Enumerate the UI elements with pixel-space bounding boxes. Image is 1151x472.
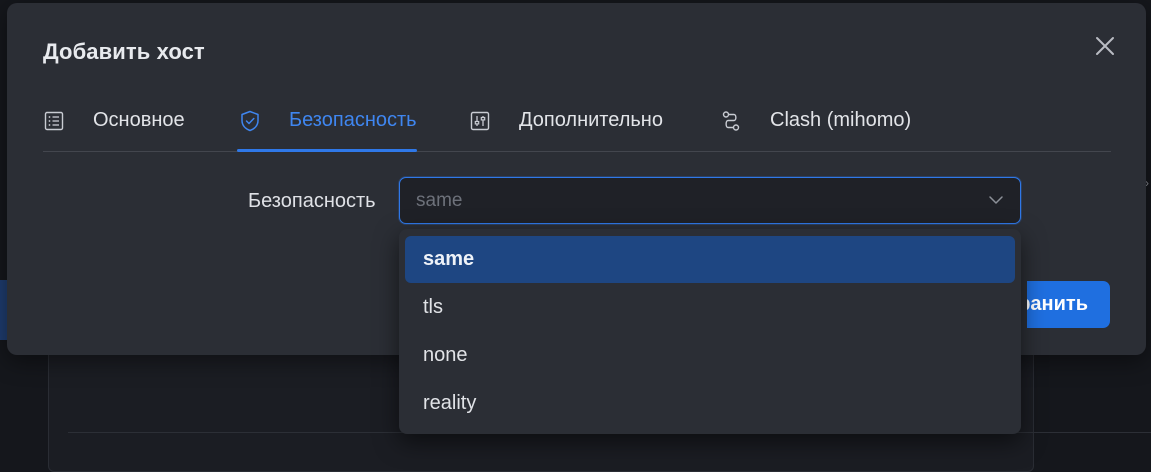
security-field-label: Безопасность <box>248 190 376 212</box>
dropdown-option-tls[interactable]: tls <box>405 284 1015 331</box>
tab-clash-label: Clash (mihomo) <box>770 109 912 131</box>
route-icon <box>720 110 742 132</box>
close-button[interactable] <box>1090 31 1120 61</box>
tab-advanced[interactable]: Дополнительно <box>469 91 663 150</box>
security-select-value: same <box>416 190 463 211</box>
dropdown-option-label: reality <box>423 392 477 414</box>
dropdown-option-reality[interactable]: reality <box>405 380 1015 427</box>
dropdown-option-label: none <box>423 344 468 366</box>
dropdown-option-label: same <box>423 248 475 270</box>
save-button[interactable]: ранить <box>1027 281 1110 328</box>
tab-security[interactable]: Безопасность <box>237 91 417 152</box>
security-dropdown-menu: same tls none reality <box>399 229 1021 434</box>
dropdown-option-none[interactable]: none <box>405 332 1015 379</box>
tab-general[interactable]: Основное <box>43 91 185 150</box>
tab-general-label: Основное <box>93 109 185 131</box>
list-icon <box>43 110 65 132</box>
chevron-down-icon <box>988 192 1004 213</box>
dropdown-option-label: tls <box>423 296 443 318</box>
modal-title: Добавить хост <box>43 39 205 64</box>
tab-advanced-label: Дополнительно <box>519 109 663 131</box>
save-button-clip: ранить <box>1027 281 1130 328</box>
shield-icon <box>239 110 261 132</box>
close-icon <box>1096 37 1114 55</box>
save-button-label: ранить <box>1027 293 1088 315</box>
tab-bar: Основное Безопасность Дополнительно Clas… <box>43 91 1111 152</box>
security-select[interactable]: same <box>399 177 1021 224</box>
sliders-icon <box>469 110 491 132</box>
tab-clash[interactable]: Clash (mihomo) <box>720 91 911 150</box>
tab-security-label: Безопасность <box>289 109 417 131</box>
dropdown-option-same[interactable]: same <box>405 236 1015 283</box>
